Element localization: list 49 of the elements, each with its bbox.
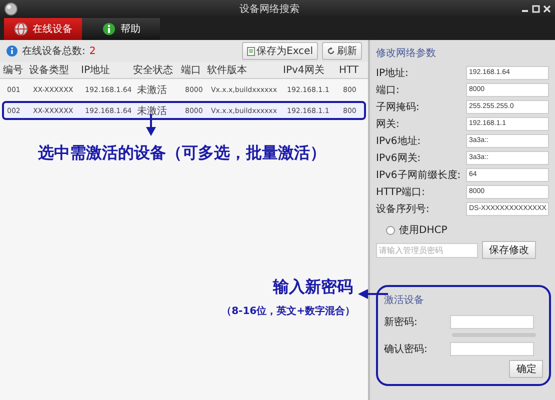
- field-label: IP地址:: [376, 66, 410, 80]
- annotation-text: 选中需激活的设备（可多选，批量激活）: [38, 143, 326, 164]
- close-icon[interactable]: [543, 5, 551, 13]
- column-header[interactable]: IP地址: [81, 63, 133, 77]
- globe-icon: [14, 22, 28, 36]
- field-label: 确认密码:: [384, 342, 428, 356]
- info-icon: [102, 22, 116, 36]
- field-label: 子网掩码:: [376, 100, 420, 114]
- device-count: 2: [89, 46, 96, 56]
- document-icon: [246, 46, 254, 56]
- section-title: 激活设备: [384, 294, 425, 307]
- app-logo-icon: [4, 2, 18, 16]
- field-label: IPv6地址:: [376, 134, 422, 148]
- field-label: IPv6子网前缀长度:: [376, 168, 462, 182]
- info-icon: [6, 45, 18, 57]
- annotation-text: （8-16位，英文+数字混合）: [222, 304, 355, 318]
- section-title: 修改网络参数: [376, 46, 437, 60]
- refresh-icon: [327, 47, 335, 55]
- field-label: HTTP端口:: [376, 186, 426, 198]
- column-header[interactable]: HTT: [339, 64, 363, 76]
- window-title: 设备网络搜索: [238, 2, 300, 16]
- export-button[interactable]: 保存为Excel: [242, 42, 318, 60]
- checkbox-label: 使用DHCP: [399, 224, 448, 237]
- dhcp-checkbox[interactable]: [386, 226, 395, 234]
- password-field[interactable]: 请输入管理员密码: [376, 242, 478, 258]
- column-header[interactable]: 安全状态: [133, 63, 181, 77]
- password-field[interactable]: [450, 342, 534, 356]
- maximize-icon[interactable]: [532, 5, 540, 13]
- column-header[interactable]: 端口: [181, 63, 207, 77]
- device-count-label: 在线设备总数:: [22, 44, 86, 58]
- field-label: 设备序列号:: [376, 202, 430, 216]
- confirm-button[interactable]: 确定: [509, 360, 544, 378]
- column-header[interactable]: IPv4网关: [283, 63, 339, 77]
- column-header[interactable]: 编号: [3, 63, 29, 77]
- field-label: 网关:: [376, 118, 400, 130]
- annotation-text: 输入新密码: [273, 277, 353, 298]
- field-label: IPv6网关:: [376, 152, 422, 164]
- field-label: 端口:: [376, 84, 400, 96]
- tab[interactable]: 在线设备: [4, 18, 82, 40]
- field-label: 新密码:: [384, 316, 418, 328]
- column-header[interactable]: 设备类型: [29, 63, 81, 77]
- save-button[interactable]: 保存修改: [482, 241, 536, 259]
- column-header[interactable]: 软件版本: [207, 63, 283, 77]
- password-field[interactable]: [450, 314, 534, 328]
- tab[interactable]: 帮助: [82, 18, 160, 40]
- refresh-button[interactable]: 刷新: [322, 42, 362, 60]
- table-cell-text: 未激活: [137, 104, 168, 118]
- down-arrow: [146, 114, 156, 136]
- table-cell-text: 未激活: [137, 84, 168, 96]
